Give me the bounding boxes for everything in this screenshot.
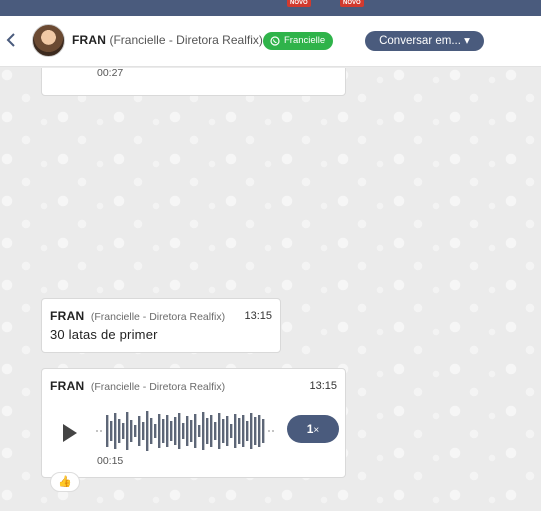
speed-unit: × [313,425,320,436]
novo-badge: NOVO [340,0,364,7]
novo-badge: NOVO [287,0,311,7]
contact-role: (Francielle - Diretora Realfix) [109,33,263,47]
contact-nickname: FRAN [72,33,107,47]
channel-label: Francielle [284,35,326,46]
contact-name: FRAN (Francielle - Diretora Realfix) [72,33,263,47]
message-time: 13:15 [309,380,337,392]
whatsapp-channel-badge[interactable]: Francielle [263,32,334,50]
sender-name: FRAN [50,309,85,323]
audio-message: 00:27 [41,68,346,96]
whatsapp-icon [270,36,280,46]
audio-duration: 00:27 [97,68,124,79]
chat-header: FRAN (Francielle - Diretora Realfix) Fra… [0,16,541,67]
chevron-left-icon[interactable] [4,30,20,50]
converse-in-button[interactable]: Conversar em... ▾ [365,31,484,51]
text-message: FRAN (Francielle - Diretora Realfix) 13:… [41,298,281,353]
chat-area[interactable]: 00:27 FRAN (Francielle - Diretora Realfi… [0,68,541,511]
playback-speed-button[interactable]: 1× [287,415,339,443]
message-time: 13:15 [244,310,272,322]
message-sender: FRAN (Francielle - Diretora Realfix) [50,309,225,323]
sender-role: (Francielle - Diretora Realfix) [90,381,226,393]
audio-message: FRAN (Francielle - Diretora Realfix) 13:… [41,368,346,478]
message-text: 30 latas de primer [50,327,158,342]
play-icon[interactable] [62,423,78,443]
message-sender: FRAN (Francielle - Diretora Realfix) [50,379,225,393]
avatar[interactable] [32,24,65,57]
sender-name: FRAN [50,379,85,393]
audio-waveform[interactable] [96,409,276,453]
reaction-badge[interactable]: 👍 [50,472,80,492]
top-strip: NOVO NOVO [0,0,541,16]
audio-duration: 00:15 [97,455,124,467]
sender-role: (Francielle - Diretora Realfix) [90,311,226,323]
